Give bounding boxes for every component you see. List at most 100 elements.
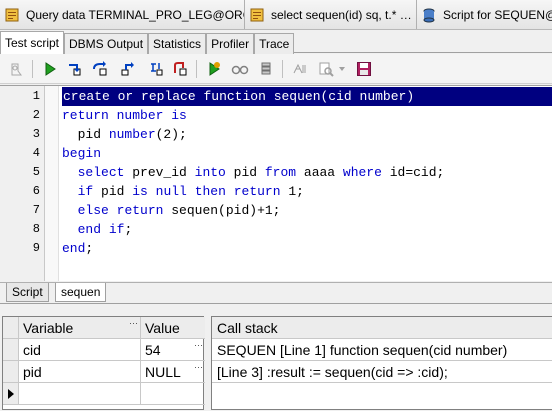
line-number: 9 (32, 241, 40, 255)
code-keyword: number (116, 108, 164, 123)
code-keyword: is (132, 184, 148, 199)
dropdown-arrow-icon[interactable] (336, 59, 348, 79)
toolbar-separator (32, 60, 33, 78)
code-text: sequen(pid)+1; (163, 203, 281, 218)
tab-sequen[interactable]: sequen (55, 283, 107, 302)
code-line[interactable]: select prev_id into pid from aaaa where … (62, 163, 445, 182)
run-to-end-icon[interactable] (170, 59, 190, 79)
column-header-value[interactable]: Value (141, 317, 205, 339)
variable-value-cell[interactable]: NULL ··· (141, 361, 205, 383)
step-out-icon[interactable] (118, 59, 138, 79)
current-code-line[interactable]: create or replace function sequen(cid nu… (62, 87, 552, 106)
code-keyword: return (116, 203, 164, 218)
query-window-icon (250, 8, 264, 21)
variables-grid[interactable]: Variable ··· Value cid 54 ··· pid NULL ·… (2, 316, 205, 410)
code-keyword: return (233, 184, 281, 199)
ellipsis-button[interactable]: ··· (194, 339, 203, 351)
code-keyword: into (194, 165, 226, 180)
line-number: 8 (32, 222, 40, 236)
line-number: 2 (32, 108, 40, 122)
code-keyword: null (155, 184, 187, 199)
tab-trace[interactable]: Trace (254, 33, 295, 54)
variable-name-cell[interactable]: cid (19, 339, 141, 361)
call-stack-row[interactable]: SEQUEN [Line 1] function sequen(cid numb… (212, 339, 552, 361)
run-icon[interactable] (40, 59, 60, 79)
debug-panes: Variable ··· Value cid 54 ··· pid NULL ·… (0, 303, 552, 411)
line-number: 4 (32, 146, 40, 160)
toolbar-separator (196, 60, 197, 78)
call-stack-row[interactable]: [Line 3] :result := sequen(cid => :cid); (212, 361, 552, 383)
save-icon[interactable] (354, 59, 374, 79)
current-row-arrow-icon (8, 389, 14, 399)
code-keyword: end (77, 222, 102, 237)
tab-statistics[interactable]: Statistics (148, 33, 207, 54)
code-line[interactable]: begin (62, 144, 101, 163)
code-keyword: is (171, 108, 187, 123)
tab-profiler[interactable]: Profiler (206, 33, 255, 54)
code-keyword: end (62, 241, 86, 256)
run-to-exception-icon[interactable] (146, 59, 166, 79)
line-number: 1 (32, 89, 40, 103)
breakpoint-gutter[interactable] (45, 86, 59, 281)
line-number: 3 (32, 127, 40, 141)
tab-dbms-output[interactable]: DBMS Output (64, 33, 149, 54)
code-keyword: if (108, 222, 125, 237)
doc-tab-select-sequen[interactable]: select sequen(id) sq, t.* … (245, 0, 417, 29)
code-keyword: number (359, 89, 407, 104)
debug-ghost-icon[interactable] (6, 59, 26, 79)
code-keyword: else (77, 203, 109, 218)
call-stack-panel[interactable]: Call stack SEQUEN [Line 1] function sequ… (211, 316, 552, 410)
step-over-icon[interactable] (90, 59, 110, 79)
code-text: pid (62, 127, 109, 142)
line-number-gutter: 1 2 3 4 5 6 7 8 9 (0, 86, 45, 281)
code-line[interactable]: return number is (62, 106, 187, 125)
column-header-variable[interactable]: Variable ··· (19, 317, 141, 339)
code-line[interactable]: pid number(2); (62, 125, 187, 144)
ellipsis-button[interactable]: ··· (129, 317, 138, 329)
code-line[interactable]: else return sequen(pid)+1; (62, 201, 281, 220)
watch-icon[interactable] (230, 59, 250, 79)
db-script-icon (423, 8, 435, 22)
code-keyword: where (342, 165, 382, 180)
new-variable-name-cell[interactable] (19, 383, 141, 405)
code-line[interactable]: end; (62, 239, 93, 258)
code-text: pid (225, 165, 265, 180)
jump-icon[interactable] (290, 59, 310, 79)
toggle-breakpoint-icon[interactable] (204, 59, 224, 79)
code-line[interactable]: if pid is null then return 1; (62, 182, 304, 201)
variable-value: 54 (145, 342, 161, 358)
pl-sql-developer-test-window: Query data TERMINAL_PRO_LEG@ORCL select … (0, 0, 552, 411)
doc-tab-query-data[interactable]: Query data TERMINAL_PRO_LEG@ORCL (0, 0, 245, 29)
code-editor[interactable]: 1 2 3 4 5 6 7 8 9 create or replace func… (0, 85, 552, 281)
doc-tab-label: select sequen(id) sq, t.* … (271, 7, 412, 22)
code-keyword: from (264, 165, 297, 180)
variable-name-cell[interactable]: pid (19, 361, 141, 383)
find-icon[interactable] (316, 59, 336, 79)
code-keyword: if (77, 184, 94, 199)
variable-value: NULL (145, 364, 181, 380)
doc-tab-script-for-sequen[interactable]: Script for SEQUEN@ORCL (417, 0, 552, 29)
panel-tab-bar: Test script DBMS Output Statistics Profi… (0, 31, 552, 54)
tab-test-script[interactable]: Test script (0, 31, 65, 54)
column-header-label: Variable (23, 320, 74, 336)
code-keyword: number (108, 127, 156, 142)
ellipsis-button[interactable]: ··· (194, 361, 203, 373)
tab-script[interactable]: Script (6, 283, 49, 302)
code-text: ; (85, 241, 94, 256)
step-into-icon[interactable] (64, 59, 84, 79)
code-text: (2); (155, 127, 187, 142)
code-keyword: function (203, 89, 266, 104)
new-variable-value-cell[interactable] (141, 383, 205, 405)
stack-icon[interactable] (256, 59, 276, 79)
variable-value-cell[interactable]: 54 ··· (141, 339, 205, 361)
code-line[interactable]: end if; (62, 220, 133, 239)
code-text: aaaa (296, 165, 343, 180)
query-window-icon (5, 8, 19, 21)
